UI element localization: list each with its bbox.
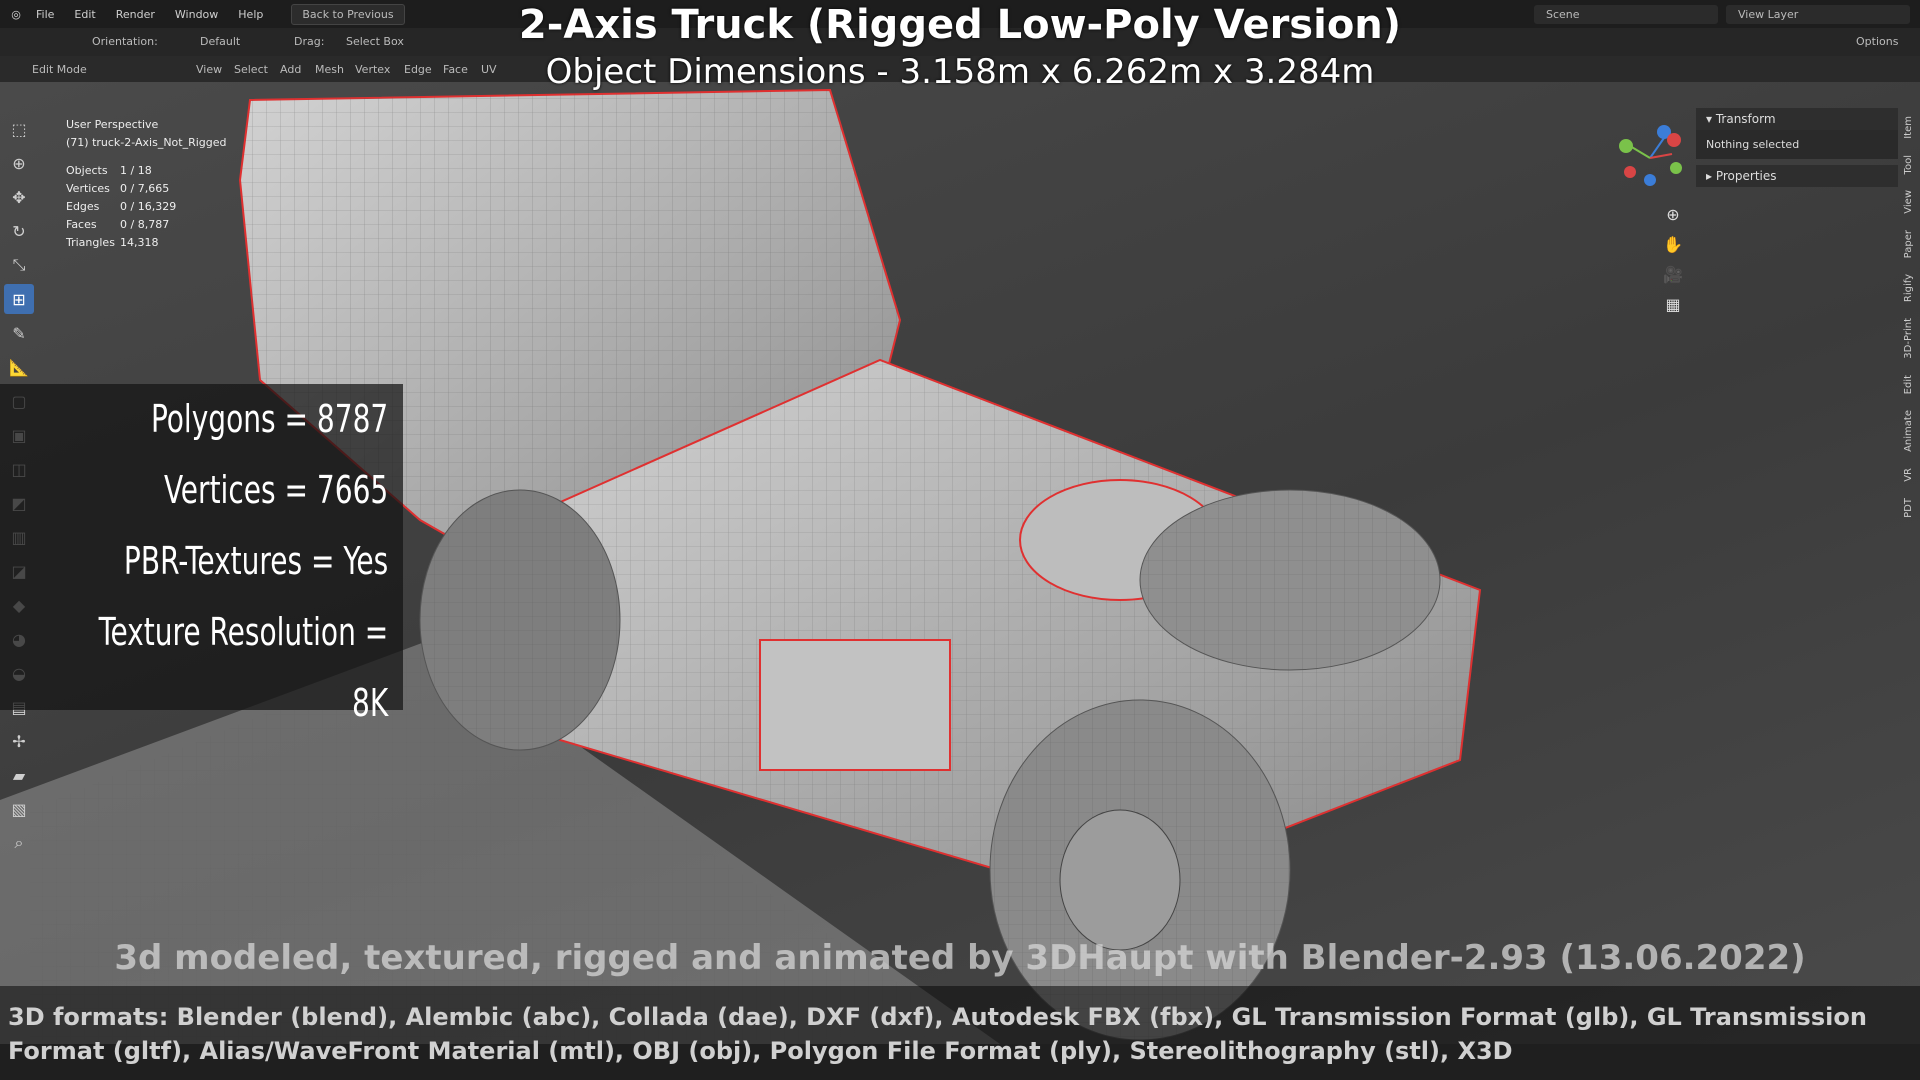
stat-row: Triangles 14,318 bbox=[66, 234, 227, 252]
tab-tool[interactable]: Tool bbox=[1903, 155, 1914, 174]
sidebar-panel: ▾ Transform Nothing selected ▸ Propertie… bbox=[1696, 108, 1898, 187]
formats-text: 3D formats: Blender (blend), Alembic (ab… bbox=[8, 1003, 1867, 1065]
stat-value: 0 / 16,329 bbox=[120, 200, 177, 213]
credit-text: 3d modeled, textured, rigged and animate… bbox=[114, 938, 1806, 978]
sidebar-tabs: Item Tool View Paper Rigify 3D-Print Edi… bbox=[1900, 110, 1920, 534]
stat-value: 1 / 18 bbox=[120, 164, 152, 177]
scale-tool-icon[interactable]: ⤡ bbox=[4, 250, 34, 280]
cursor-tool-icon[interactable]: ⊕ bbox=[4, 148, 34, 178]
spec-polygons: Polygons = 8787 bbox=[150, 397, 389, 441]
camera-icon[interactable]: 🎥 bbox=[1660, 262, 1686, 288]
grid-icon[interactable]: ▦ bbox=[1660, 292, 1686, 318]
transform-tool-icon[interactable]: ⊞ bbox=[4, 284, 34, 314]
viewport-stats: User Perspective (71) truck-2-Axis_Not_R… bbox=[66, 116, 227, 252]
properties-label: Properties bbox=[1715, 169, 1777, 183]
overlay-subtitle: Object Dimensions - 3.158m x 6.262m x 3.… bbox=[545, 52, 1375, 92]
tab-vr[interactable]: VR bbox=[1903, 468, 1914, 482]
stat-row: Faces 0 / 8,787 bbox=[66, 216, 227, 234]
nothing-selected-text: Nothing selected bbox=[1696, 130, 1898, 159]
stat-label: Edges bbox=[66, 200, 100, 213]
stat-label: Faces bbox=[66, 218, 97, 231]
properties-header[interactable]: ▸ Properties bbox=[1696, 165, 1898, 187]
perspective-label: User Perspective bbox=[66, 118, 159, 131]
tab-item[interactable]: Item bbox=[1903, 116, 1914, 139]
object-name: (71) truck-2-Axis_Not_Rigged bbox=[66, 136, 227, 149]
move-tool-icon[interactable]: ✥ bbox=[4, 182, 34, 212]
formats-banner: 3D formats: Blender (blend), Alembic (ab… bbox=[0, 986, 1920, 1080]
stat-label: Objects bbox=[66, 164, 108, 177]
spec-texture-resolution: Texture Resolution = 8K bbox=[98, 610, 389, 725]
tab-rigify[interactable]: Rigify bbox=[1903, 274, 1914, 302]
annotate-tool-icon[interactable]: ✎ bbox=[4, 318, 34, 348]
search-icon[interactable]: ⌕ bbox=[4, 828, 34, 858]
viewport-nav-icons: ⊕ ✋ 🎥 ▦ bbox=[1660, 198, 1694, 322]
tab-animate[interactable]: Animate bbox=[1903, 410, 1914, 452]
tab-3d-print[interactable]: 3D-Print bbox=[1903, 318, 1914, 359]
overlay-title: 2-Axis Truck (Rigged Low-Poly Version) bbox=[518, 2, 1402, 48]
stat-row: Vertices 0 / 7,665 bbox=[66, 180, 227, 198]
pan-hand-icon[interactable]: ✋ bbox=[1660, 232, 1686, 258]
zoom-icon[interactable]: ⊕ bbox=[1660, 202, 1686, 228]
transform-label: Transform bbox=[1715, 112, 1776, 126]
stat-row: Edges 0 / 16,329 bbox=[66, 198, 227, 216]
stat-value: 14,318 bbox=[120, 236, 159, 249]
transform-header[interactable]: ▾ Transform bbox=[1696, 108, 1898, 130]
rotate-tool-icon[interactable]: ↻ bbox=[4, 216, 34, 246]
select-box-tool-icon[interactable]: ⬚ bbox=[4, 114, 34, 144]
tab-view[interactable]: View bbox=[1903, 190, 1914, 214]
tab-paper[interactable]: Paper bbox=[1903, 230, 1914, 258]
spec-overlay-box: Polygons = 8787 Vertices = 7665 PBR-Text… bbox=[0, 384, 403, 725]
stat-value: 0 / 8,787 bbox=[120, 218, 170, 231]
stat-label: Triangles bbox=[66, 236, 115, 249]
tab-pdt[interactable]: PDT bbox=[1903, 498, 1914, 518]
navigation-gizmo[interactable] bbox=[1610, 118, 1690, 198]
spec-pbr: PBR-Textures = Yes bbox=[123, 539, 389, 583]
stat-value: 0 / 7,665 bbox=[120, 182, 170, 195]
tab-edit[interactable]: Edit bbox=[1903, 375, 1914, 394]
shrink-fatten-tool-icon[interactable]: ✢ bbox=[4, 726, 34, 756]
rip-tool-icon[interactable]: ▧ bbox=[4, 794, 34, 824]
measure-tool-icon[interactable]: 📐 bbox=[4, 352, 34, 382]
spec-vertices: Vertices = 7665 bbox=[164, 468, 389, 512]
shear-tool-icon[interactable]: ▰ bbox=[4, 760, 34, 790]
stat-row: Objects 1 / 18 bbox=[66, 162, 227, 180]
stat-label: Vertices bbox=[66, 182, 110, 195]
